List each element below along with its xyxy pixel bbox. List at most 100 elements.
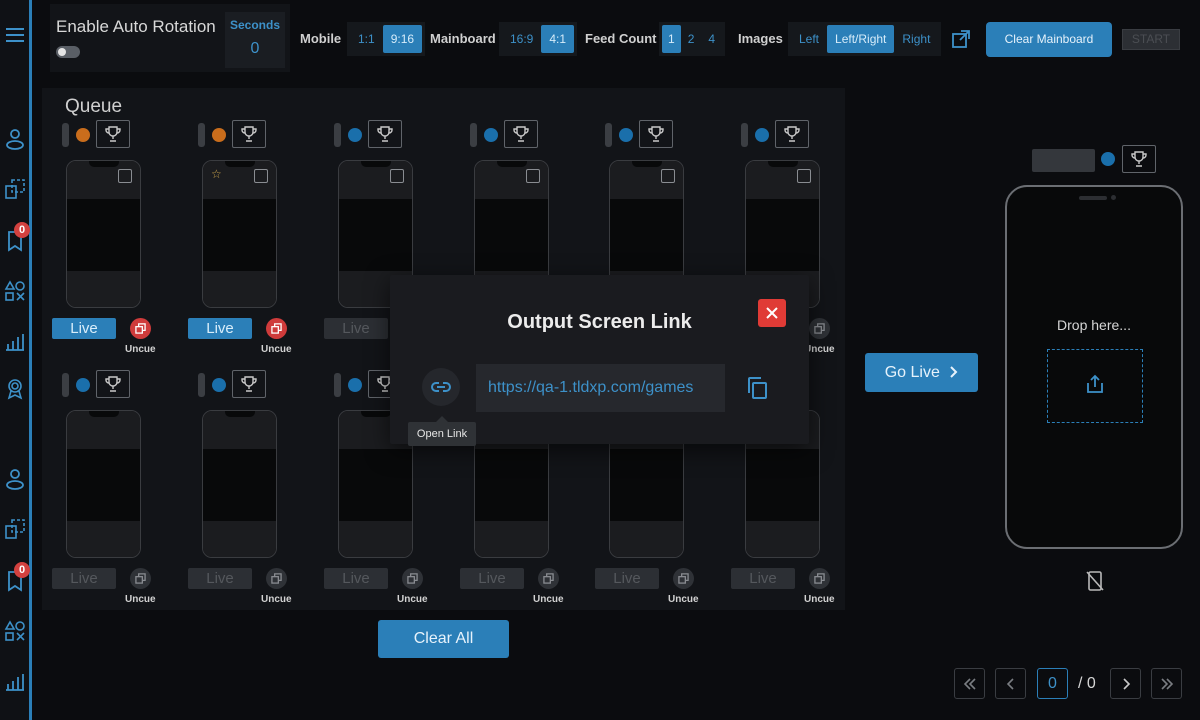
mainboard-option-16-9[interactable]: 16:9 <box>502 25 541 53</box>
prev-page-button[interactable] <box>995 668 1026 699</box>
bar-chart-icon[interactable] <box>4 330 26 352</box>
select-checkbox[interactable] <box>797 169 811 183</box>
slot-status-dot <box>484 128 498 142</box>
go-live-button[interactable]: Go Live <box>865 353 978 392</box>
images-option-right[interactable]: Right <box>894 25 938 53</box>
slot-phone[interactable] <box>66 410 141 558</box>
phone-bottom-band <box>203 521 276 557</box>
live-button[interactable]: Live <box>324 318 388 339</box>
trophy-icon[interactable] <box>1122 145 1156 173</box>
open-link-button[interactable] <box>422 368 460 406</box>
bar-chart-icon-2[interactable] <box>4 670 26 692</box>
user-icon[interactable] <box>4 128 26 150</box>
phone-bottom-band <box>339 521 412 557</box>
live-button[interactable]: Live <box>595 568 659 589</box>
layout-icon-2[interactable] <box>4 518 26 540</box>
live-button[interactable]: Live <box>731 568 795 589</box>
output-screen-link-modal: Output Screen Link https://qa-1.tldxp.co… <box>390 275 809 444</box>
close-icon <box>766 307 778 319</box>
images-option-left[interactable]: Left <box>791 25 827 53</box>
close-button[interactable] <box>758 299 786 327</box>
select-checkbox[interactable] <box>254 169 268 183</box>
url-field[interactable]: https://qa-1.tldxp.com/games <box>476 364 725 412</box>
slot-toggle[interactable] <box>62 373 69 397</box>
slot-toggle[interactable] <box>470 123 477 147</box>
uncue-icon[interactable] <box>130 568 151 589</box>
trophy-icon[interactable] <box>96 120 130 148</box>
preview-status-dot <box>1101 152 1115 166</box>
live-button[interactable]: Live <box>52 318 116 339</box>
auto-rotation-panel: Enable Auto Rotation Seconds 0 <box>50 4 290 72</box>
select-checkbox[interactable] <box>526 169 540 183</box>
seconds-value[interactable]: 0 <box>225 40 285 58</box>
mobile-option-1-1[interactable]: 1:1 <box>350 25 383 53</box>
user-icon-2[interactable] <box>4 468 26 490</box>
menu-icon[interactable] <box>4 24 26 46</box>
feed-count-option-4[interactable]: 4 <box>701 25 722 53</box>
slot-toggle[interactable] <box>334 123 341 147</box>
preview-name-input[interactable] <box>1032 149 1095 172</box>
seconds-field[interactable]: Seconds 0 <box>225 12 285 68</box>
slot-phone[interactable] <box>202 410 277 558</box>
shapes-icon-2[interactable] <box>4 620 26 642</box>
slot-toggle[interactable] <box>198 123 205 147</box>
slot-toggle[interactable] <box>62 123 69 147</box>
uncue-icon[interactable] <box>538 568 559 589</box>
award-icon[interactable] <box>4 378 26 400</box>
live-button[interactable]: Live <box>460 568 524 589</box>
uncue-icon[interactable] <box>673 568 694 589</box>
select-checkbox[interactable] <box>661 169 675 183</box>
last-page-button[interactable] <box>1151 668 1182 699</box>
uncue-icon[interactable] <box>809 318 830 339</box>
select-checkbox[interactable] <box>390 169 404 183</box>
uncue-icon[interactable] <box>402 568 423 589</box>
feed-count-option-1[interactable]: 1 <box>662 25 681 53</box>
live-button[interactable]: Live <box>52 568 116 589</box>
slot-status-dot <box>212 128 226 142</box>
auto-rotation-toggle[interactable] <box>56 46 80 58</box>
mobile-option-9-16[interactable]: 9:16 <box>382 25 423 53</box>
feed-count-option-2[interactable]: 2 <box>681 25 702 53</box>
live-button[interactable]: Live <box>324 568 388 589</box>
layout-icon[interactable] <box>4 178 26 200</box>
uncue-icon[interactable] <box>266 318 287 339</box>
uncue-icon[interactable] <box>809 568 830 589</box>
live-button[interactable]: Live <box>188 568 252 589</box>
uncue-icon[interactable] <box>130 318 151 339</box>
slot-phone[interactable]: ☆ <box>202 160 277 308</box>
start-button[interactable]: START <box>1122 29 1180 50</box>
preview-phone: Drop here... <box>1005 185 1183 549</box>
external-link-icon[interactable] <box>951 29 971 49</box>
select-checkbox[interactable] <box>118 169 132 183</box>
phone-bottom-band <box>746 521 819 557</box>
images-option-left-right[interactable]: Left/Right <box>827 25 895 53</box>
trophy-icon[interactable] <box>232 370 266 398</box>
no-mobile-icon[interactable] <box>1085 570 1105 592</box>
live-button[interactable]: Live <box>188 318 252 339</box>
slot-toggle[interactable] <box>605 123 612 147</box>
queue-slot: LiveUncue <box>42 338 178 605</box>
uncue-icon[interactable] <box>266 568 287 589</box>
phone-bottom-band <box>67 521 140 557</box>
clear-all-button[interactable]: Clear All <box>378 620 509 658</box>
current-page-input[interactable]: 0 <box>1037 668 1068 699</box>
trophy-icon[interactable] <box>232 120 266 148</box>
shapes-icon[interactable] <box>4 280 26 302</box>
queue-slot: LiveUncue <box>42 88 178 355</box>
slot-toggle[interactable] <box>334 373 341 397</box>
first-page-button[interactable] <box>954 668 985 699</box>
slot-toggle[interactable] <box>741 123 748 147</box>
trophy-icon[interactable] <box>368 120 402 148</box>
trophy-icon[interactable] <box>775 120 809 148</box>
copy-icon[interactable] <box>746 376 768 400</box>
slot-toggle[interactable] <box>198 373 205 397</box>
trophy-icon[interactable] <box>504 120 538 148</box>
next-page-button[interactable] <box>1110 668 1141 699</box>
slot-phone[interactable] <box>66 160 141 308</box>
phone-bottom-band <box>203 271 276 307</box>
mainboard-option-4-1[interactable]: 4:1 <box>541 25 575 53</box>
clear-mainboard-button[interactable]: Clear Mainboard <box>986 22 1112 57</box>
trophy-icon[interactable] <box>639 120 673 148</box>
drop-zone[interactable] <box>1047 349 1143 423</box>
trophy-icon[interactable] <box>96 370 130 398</box>
